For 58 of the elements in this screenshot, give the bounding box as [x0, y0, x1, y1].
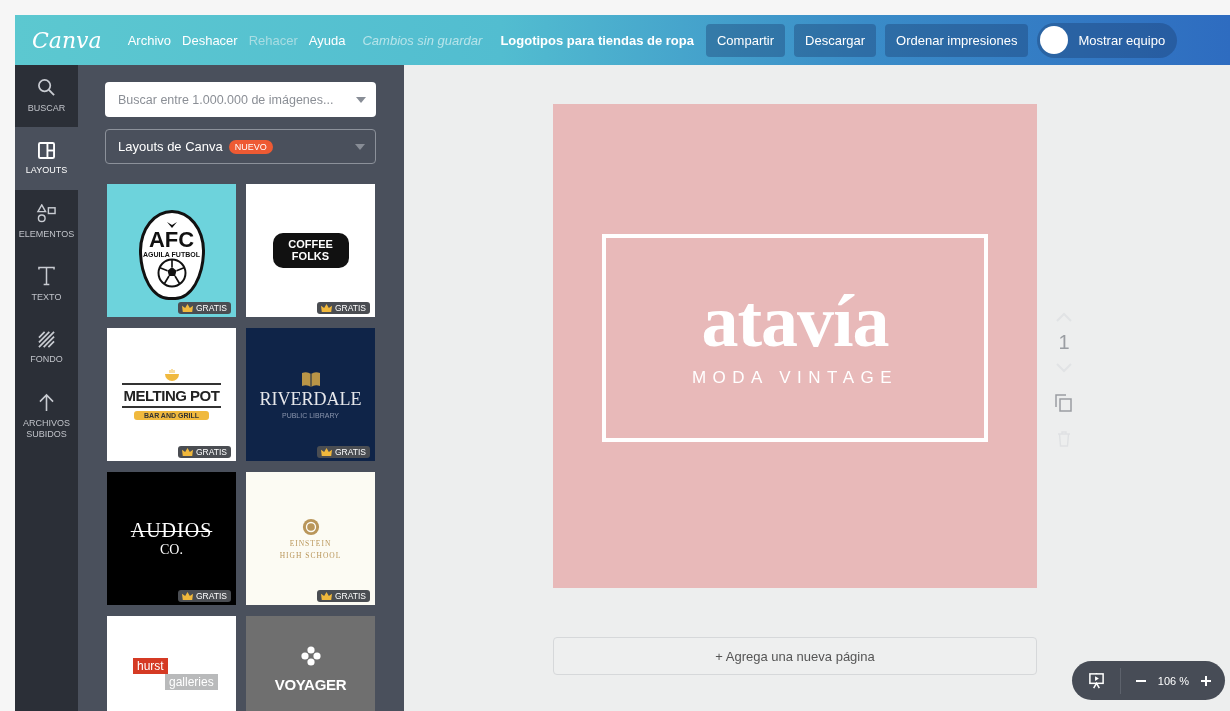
share-button[interactable]: Compartir [706, 23, 786, 57]
order-prints-button[interactable]: Ordenar impresiones [885, 23, 1029, 57]
upload-arrow-icon [39, 392, 54, 412]
layout-icon [38, 141, 55, 159]
crown-icon [182, 448, 193, 456]
presentation-icon [1087, 672, 1105, 689]
zoom-level: 106 % [1157, 674, 1189, 687]
logo-text: RIVERDALE [259, 388, 362, 410]
page-number: 1 [1058, 331, 1070, 354]
template-thumbnail[interactable]: AUDIOS CO. GRATIS [107, 472, 236, 605]
template-thumbnail[interactable]: VOYAGER [246, 616, 375, 711]
caret-down-icon [355, 143, 365, 150]
logo-text: MELTING POT [121, 383, 222, 408]
add-page-button[interactable]: + Agrega una nueva página [553, 637, 1037, 675]
toggle-knob [1040, 26, 1069, 54]
crown-icon [321, 448, 332, 456]
logo-text: VOYAGER [274, 676, 347, 693]
crown-icon [321, 592, 332, 600]
team-toggle[interactable]: Mostrar equipo [1037, 22, 1178, 58]
sidebar-tab[interactable]: LAYOUTS [15, 127, 78, 190]
template-thumbnail[interactable]: COFFEE FOLKS GRATIS [246, 184, 375, 317]
save-status: Cambios sin guardar [362, 32, 483, 48]
shapes-icon [36, 203, 57, 223]
new-badge: NUEVO [228, 139, 273, 154]
badge-label: GRATIS [196, 447, 227, 457]
bowl-icon [163, 369, 180, 381]
logo-text: hurst [133, 658, 168, 674]
template-thumbnail[interactable]: hurst galleries [107, 616, 236, 711]
caret-down-icon [356, 97, 366, 103]
zoom-in-button[interactable] [1199, 673, 1213, 688]
emblem-icon [301, 518, 320, 536]
crown-icon [182, 304, 193, 312]
logo-text: AUDIOS [130, 519, 213, 542]
logo-heading: atavía [701, 287, 889, 355]
duplicate-icon [1055, 394, 1073, 412]
four-dots-icon [300, 646, 321, 666]
soccer-ball-icon [156, 257, 187, 288]
logo-text: FOLKS [291, 250, 330, 263]
plus-icon [1201, 675, 1211, 686]
text-icon [38, 266, 55, 287]
search-field[interactable]: Buscar entre 1.000.000 de imágenes... [105, 82, 376, 117]
logo-text: COFFEE [288, 238, 333, 251]
badge-label: GRATIS [335, 591, 366, 601]
badge-label: GRATIS [196, 591, 227, 601]
logo-text: AFC [148, 228, 195, 251]
hatch-icon [38, 330, 55, 348]
badge-label: GRATIS [196, 303, 227, 313]
book-icon [300, 370, 321, 387]
search-icon [37, 78, 56, 98]
download-button[interactable]: Descargar [794, 23, 877, 57]
badge-label: GRATIS [335, 303, 366, 313]
crown-icon [182, 592, 193, 600]
logo-subtitle: CO. [160, 542, 183, 558]
logo-subtitle: galleries [165, 674, 218, 690]
badge-label: GRATIS [335, 447, 366, 457]
layouts-dropdown[interactable]: Layouts de Canva NUEVO [105, 129, 376, 164]
crown-icon [321, 304, 332, 312]
logo-tagline: MODA VINTAGE [691, 368, 899, 389]
